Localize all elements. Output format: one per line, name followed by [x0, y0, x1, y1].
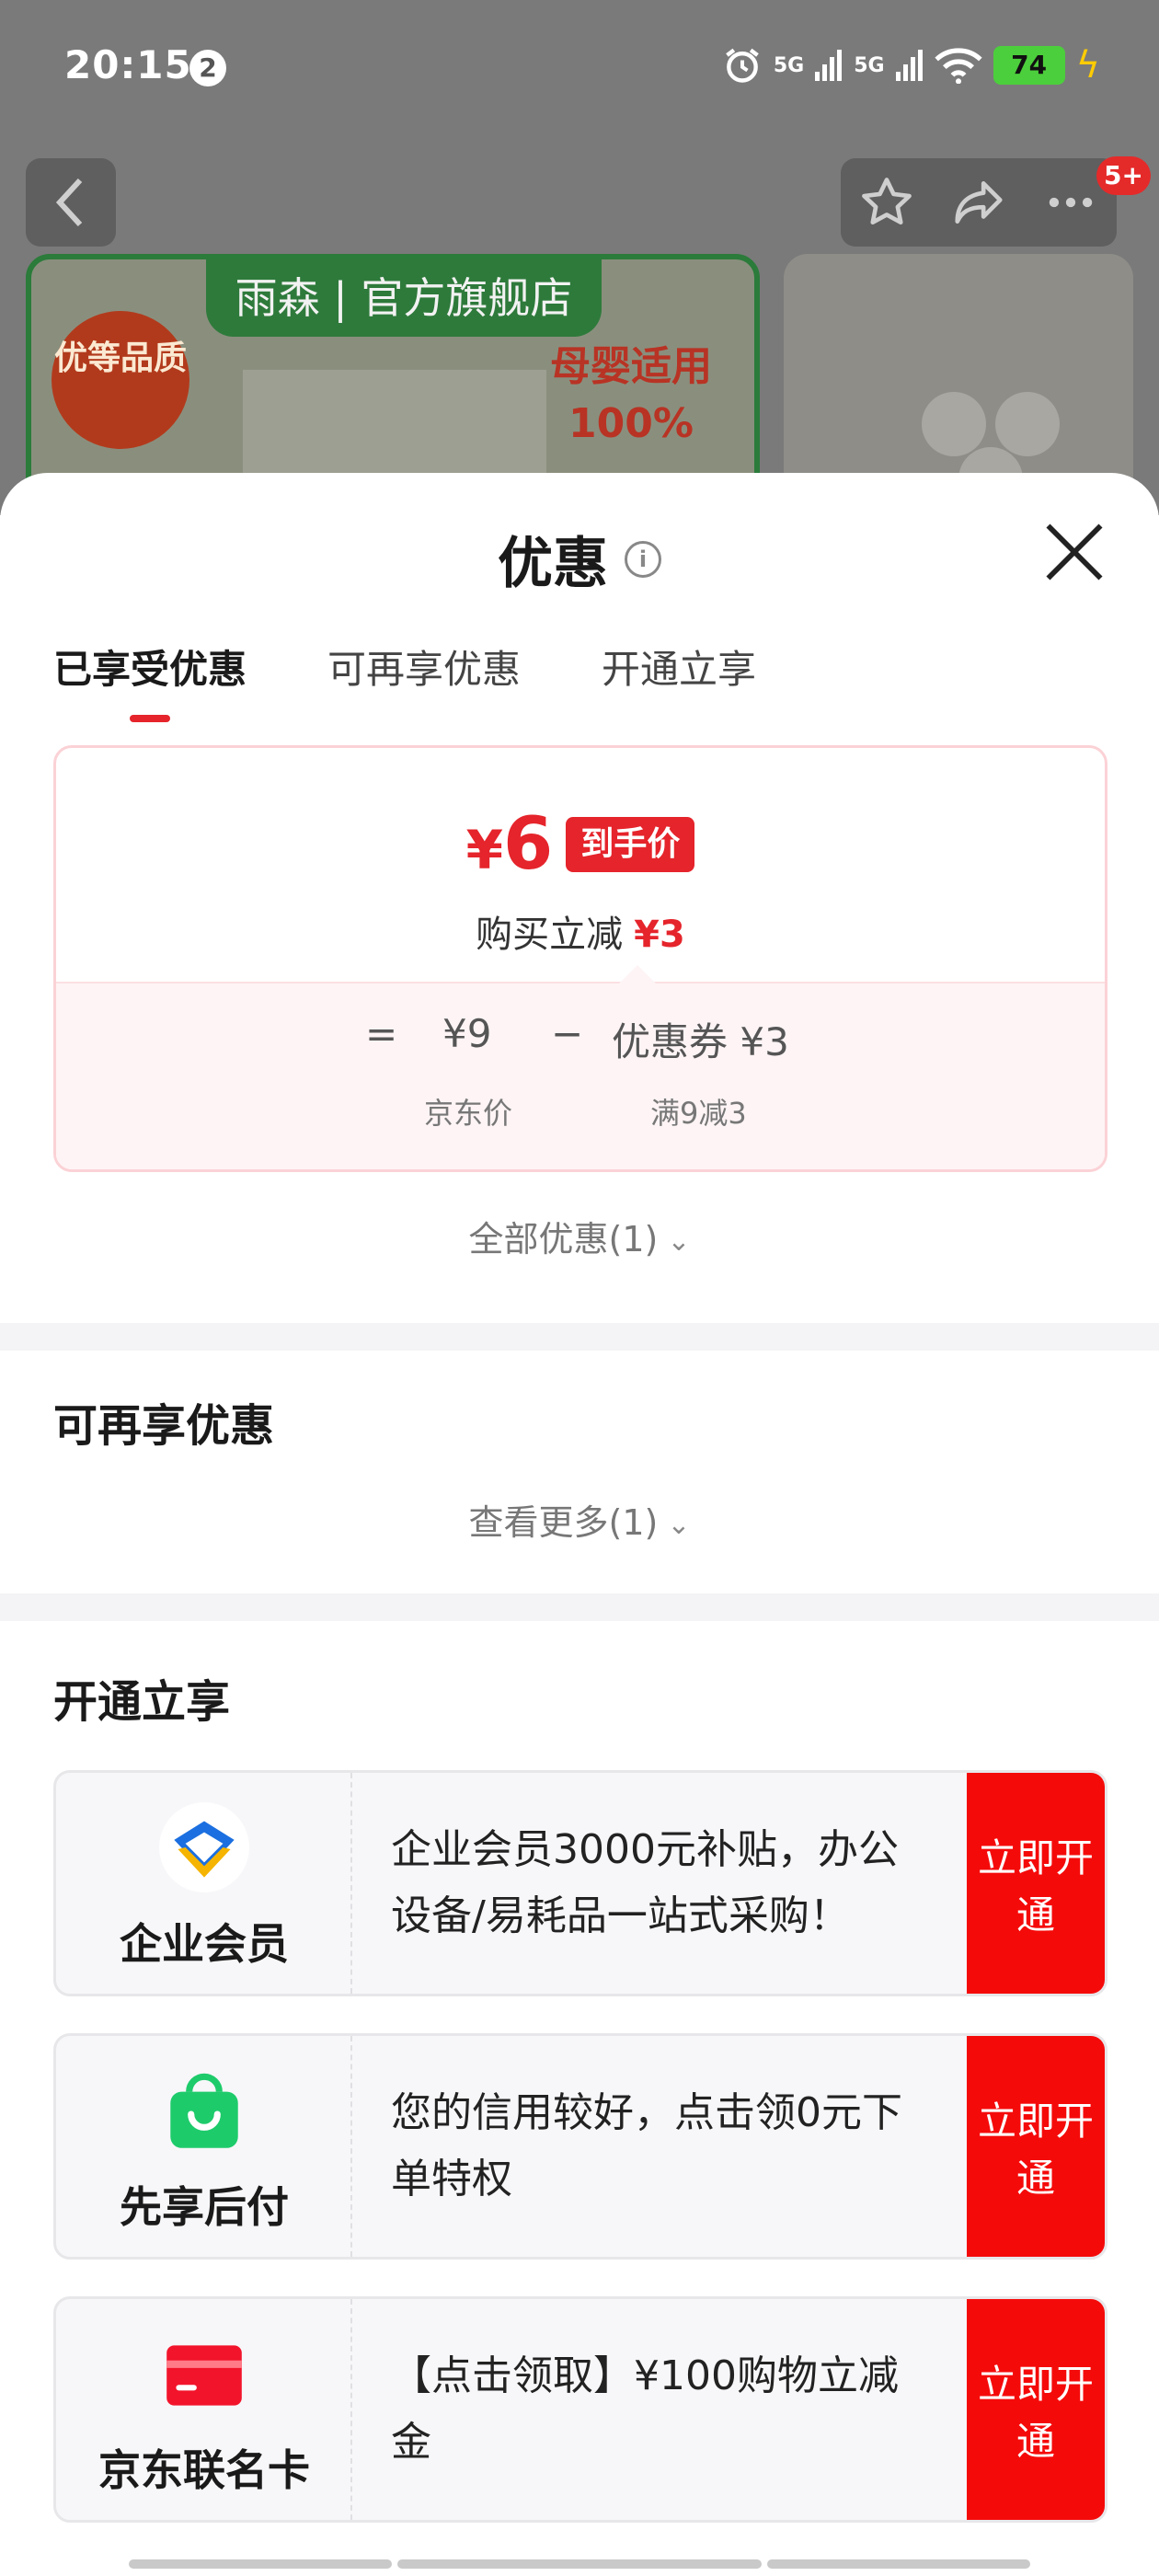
- final-price-tag: 到手价: [566, 817, 695, 872]
- status-time: 20:15: [64, 42, 192, 87]
- gesture-bar-segment: [397, 2559, 762, 2569]
- saving-label: 购买立减: [476, 914, 624, 956]
- price-summary: ¥6 到手价 购买立减 ¥3: [56, 748, 1105, 982]
- quality-stamp: 优等品质: [52, 311, 189, 449]
- more-offers-title: 可再享优惠: [53, 1400, 275, 1452]
- status-icons: 5G 5G 74 ϟ: [722, 44, 1100, 86]
- wifi-icon: [934, 48, 982, 84]
- back-button[interactable]: [26, 158, 116, 247]
- chevron-left-icon: [55, 178, 83, 227]
- more-icon[interactable]: [1042, 174, 1099, 231]
- shopping-bag-icon: [170, 2073, 238, 2148]
- price-formula: = ¥9 − 优惠券 ¥3 京东价 满9减3: [56, 965, 1105, 1169]
- section-divider: [0, 1323, 1159, 1351]
- status-bar: 20:15 2 5G 5G 74 ϟ: [0, 0, 1159, 138]
- promo-description: 企业会员3000元补贴，办公设备/易耗品一站式采购！: [391, 1826, 899, 1939]
- tab-open-to-enjoy[interactable]: 开通立享: [602, 638, 756, 722]
- gesture-bar-segment: [767, 2559, 1030, 2569]
- promo-card-enterprise[interactable]: 企业会员 企业会员3000元补贴，办公设备/易耗品一站式采购！ 立即开通: [53, 1770, 1107, 1996]
- close-icon[interactable]: [1039, 517, 1109, 587]
- promo-name: 京东联名卡: [98, 2445, 310, 2495]
- star-icon[interactable]: [858, 174, 915, 231]
- top-action-group: [841, 158, 1117, 247]
- view-more-toggle[interactable]: 查看更多(1) ⌄: [0, 1494, 1159, 1545]
- price-breakdown-card: ¥6 到手价 购买立减 ¥3 = ¥9 − 优惠券 ¥3 京东价 满9减3: [53, 745, 1107, 1172]
- tab-more-offers[interactable]: 可再享优惠: [327, 638, 521, 722]
- open-section-title: 开通立享: [53, 1676, 231, 1728]
- promo-card-cobrand-card[interactable]: 京东联名卡 【点击领取】¥100购物立减金 立即开通: [53, 2296, 1107, 2523]
- minus-sign: −: [551, 1011, 584, 1056]
- store-banner: 雨森 | 官方旗舰店: [206, 259, 602, 337]
- open-now-button[interactable]: 立即开通: [967, 2299, 1105, 2520]
- chevron-down-icon: ⌄: [667, 1225, 691, 1258]
- promo-name: 企业会员: [120, 1919, 289, 1969]
- signal-bars-icon: [815, 50, 843, 81]
- final-price: ¥6: [465, 803, 554, 886]
- base-price: ¥9: [442, 1011, 492, 1056]
- discount-sheet: 优惠 i 已享受优惠 可再享优惠 开通立享 ¥6 到手价 购买立减 ¥3 = ¥9 −…: [0, 473, 1159, 2576]
- chevron-down-icon: ⌄: [667, 1509, 691, 1541]
- saving-amount: ¥3: [634, 914, 685, 956]
- charging-icon: ϟ: [1075, 44, 1100, 86]
- gesture-bar-segment: [129, 2559, 392, 2569]
- signal-5g-label: 5G: [773, 53, 805, 77]
- tab-bar: 已享受优惠 可再享优惠 开通立享: [53, 638, 756, 722]
- equals-sign: =: [365, 1011, 398, 1056]
- coupon-amount: 优惠券 ¥3: [612, 1019, 789, 1064]
- message-count-badge: 5+: [1096, 156, 1151, 195]
- share-icon[interactable]: [950, 174, 1007, 231]
- signal-5g-label-2: 5G: [854, 53, 885, 77]
- signal-bars-icon-2: [895, 50, 923, 81]
- battery-indicator: 74: [993, 46, 1065, 85]
- promo-description: 【点击领取】¥100购物立减金: [391, 2352, 899, 2466]
- section-divider: [0, 1593, 1159, 1621]
- credit-card-icon: [166, 2345, 242, 2406]
- sheet-title: 优惠: [498, 532, 608, 596]
- notification-count-badge: 2: [189, 50, 226, 86]
- product-slogan: 母婴适用 100%: [550, 343, 712, 447]
- alarm-icon: [726, 48, 759, 83]
- promo-description: 您的信用较好，点击领0元下单特权: [391, 2089, 902, 2202]
- all-offers-toggle[interactable]: 全部优惠(1) ⌄: [0, 1211, 1159, 1261]
- open-now-button[interactable]: 立即开通: [967, 2036, 1105, 2257]
- base-price-label: 京东价: [424, 1096, 513, 1131]
- saving-line: 购买立减 ¥3: [56, 904, 1105, 958]
- open-now-button[interactable]: 立即开通: [967, 1773, 1105, 1994]
- promo-card-pay-later[interactable]: 先享后付 您的信用较好，点击领0元下单特权 立即开通: [53, 2033, 1107, 2260]
- tab-enjoyed-offers[interactable]: 已享受优惠: [53, 638, 247, 722]
- promo-name: 先享后付: [120, 2182, 289, 2232]
- enterprise-member-icon: [159, 1802, 249, 1892]
- info-icon[interactable]: i: [625, 540, 661, 578]
- coupon-condition: 满9减3: [650, 1096, 747, 1131]
- sheet-header: 优惠 i: [0, 519, 1159, 599]
